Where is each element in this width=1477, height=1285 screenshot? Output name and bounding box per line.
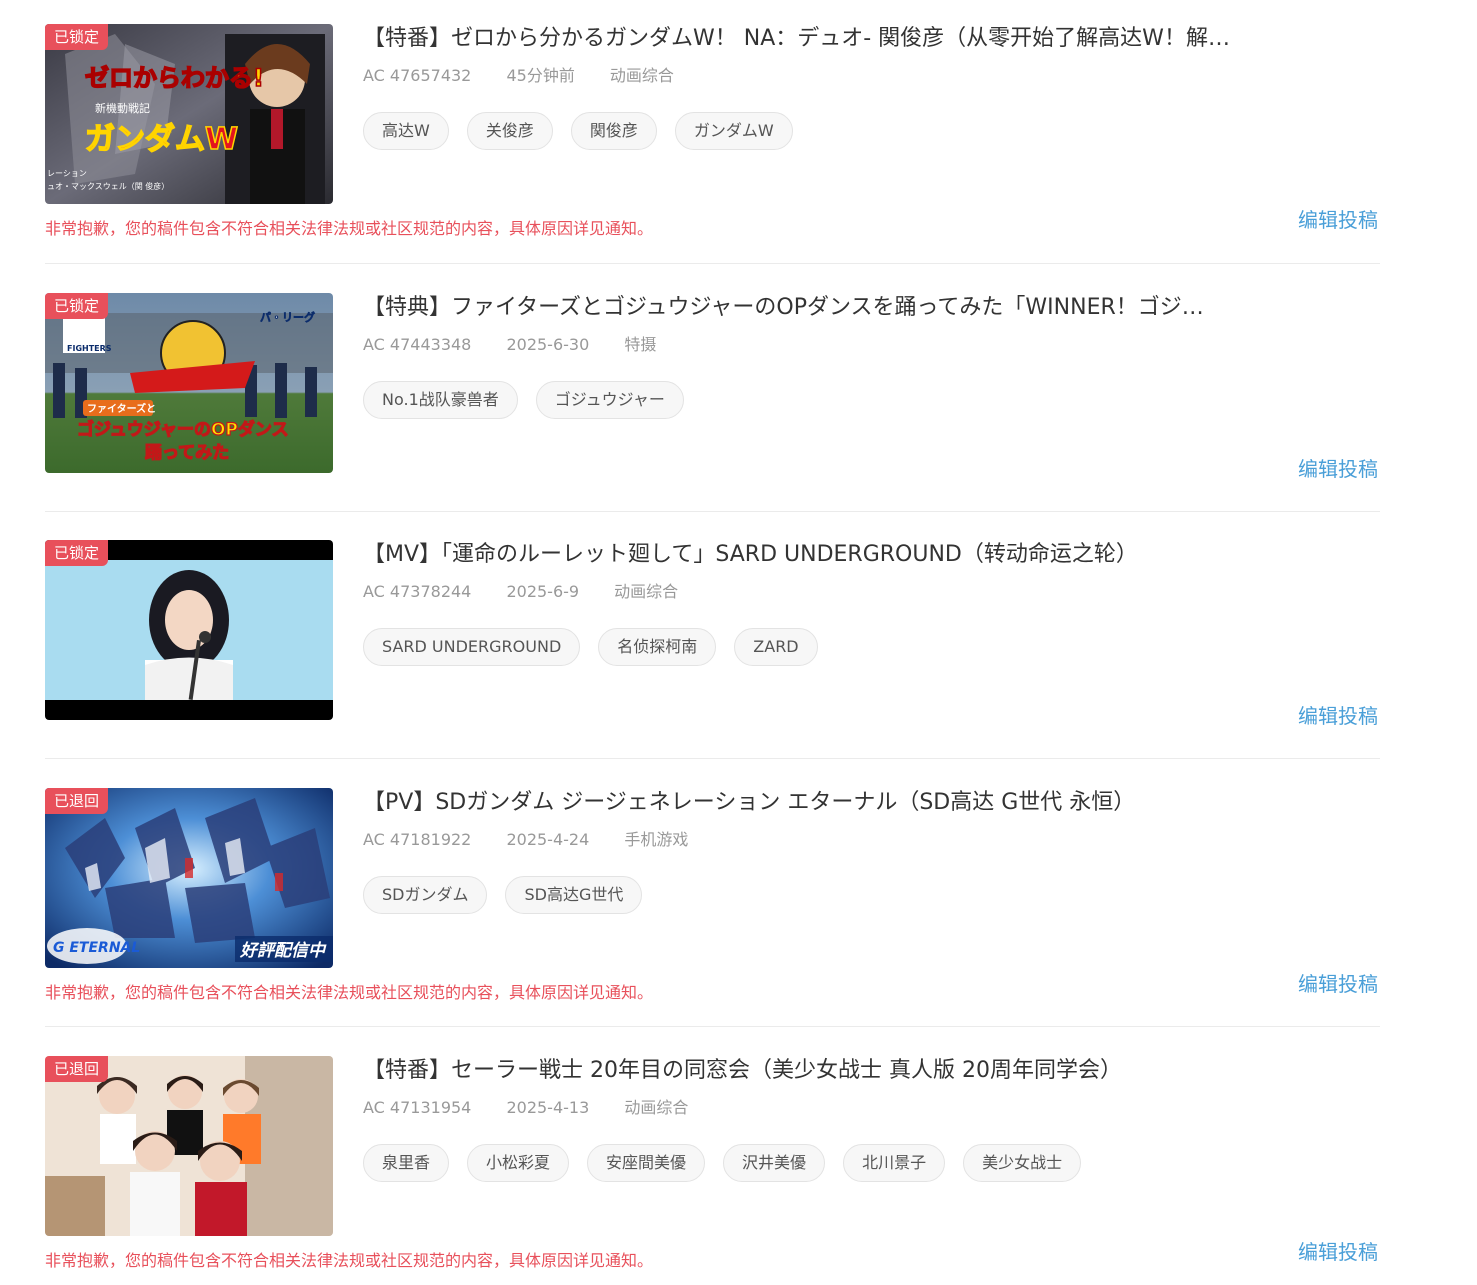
- thumbnail-caption: 踊ってみた: [145, 443, 229, 463]
- thumbnail-caption: 新機動戦記: [95, 101, 150, 115]
- thumbnail-caption: G ETERNAL: [53, 940, 140, 956]
- divider: [45, 1026, 1380, 1027]
- ac-number: AC 47378244: [363, 582, 472, 601]
- video-thumbnail[interactable]: 已退回: [45, 1056, 333, 1236]
- video-title[interactable]: 【特典】ファイターズとゴジュウジャーのOPダンスを踊ってみた「WINNER！ゴジ…: [363, 293, 1303, 323]
- edit-submission-link[interactable]: 编辑投稿: [1298, 700, 1378, 729]
- status-badge: 已退回: [45, 1056, 109, 1082]
- divider: [45, 758, 1380, 759]
- tag[interactable]: 小松彩夏: [467, 1144, 570, 1182]
- status-badge: 已锁定: [45, 293, 109, 319]
- divider: [45, 511, 1380, 512]
- category: 动画综合: [609, 66, 674, 85]
- video-meta: AC 47131954 2025-4-13 动画综合: [363, 1094, 718, 1118]
- violation-warning: 非常抱歉，您的稿件包含不符合相关法律法规或社区规范的内容，具体原因详见通知。: [45, 1251, 654, 1270]
- publish-time: 45分钟前: [506, 66, 575, 85]
- thumbnail-caption: ファイターズと: [87, 402, 156, 415]
- thumbnail-image: [45, 1056, 333, 1236]
- publish-time: 2025-4-24: [506, 830, 590, 849]
- category: 手机游戏: [624, 830, 689, 849]
- thumbnail-caption: 好評配信中: [239, 941, 327, 961]
- tag-list: SARD UNDERGROUND 名侦探柯南 ZARD: [363, 628, 818, 666]
- edit-submission-link[interactable]: 编辑投稿: [1298, 1236, 1378, 1265]
- status-badge: 已锁定: [45, 24, 109, 50]
- tag[interactable]: 高达W: [363, 112, 449, 150]
- publish-time: 2025-6-30: [506, 335, 590, 354]
- tag[interactable]: No.1战队豪兽者: [363, 381, 518, 419]
- tag[interactable]: SD高达G世代: [505, 876, 643, 914]
- thumbnail-caption: ガンダムW: [85, 122, 238, 157]
- publish-time: 2025-6-9: [506, 582, 580, 601]
- video-thumbnail[interactable]: G ETERNAL 好評配信中 已退回: [45, 788, 333, 968]
- video-title[interactable]: 【PV】SDガンダム ジージェネレーション エターナル（SD高达 G世代 永恒）: [363, 788, 1303, 818]
- video-thumbnail[interactable]: 已锁定: [45, 540, 333, 720]
- video-meta: AC 47443348 2025-6-30 特摄: [363, 331, 686, 355]
- video-title[interactable]: 【MV】「運命のルーレット廻して」SARD UNDERGROUND（转动命运之轮…: [363, 540, 1303, 570]
- publish-time: 2025-4-13: [506, 1098, 590, 1117]
- tag-list: 高达W 关俊彦 関俊彦 ガンダムW: [363, 112, 793, 150]
- tag[interactable]: SDガンダム: [363, 876, 488, 914]
- thumbnail-caption: ゴジュウジャーのOPダンス: [77, 419, 289, 440]
- status-badge: 已退回: [45, 788, 109, 814]
- tag[interactable]: ガンダムW: [674, 112, 793, 150]
- thumbnail-image: [45, 540, 333, 720]
- video-title[interactable]: 【特番】ゼロから分かるガンダムW！ NA：デュオ- 関俊彦（从零开始了解高达W！…: [363, 24, 1303, 54]
- video-meta: AC 47657432 45分钟前 动画综合: [363, 62, 704, 86]
- video-thumbnail[interactable]: ゼロからわかる! 新機動戦記 ガンダムW レーション ュオ・マックスウェル（関 …: [45, 24, 333, 204]
- tag[interactable]: SARD UNDERGROUND: [363, 628, 581, 666]
- ac-number: AC 47131954: [363, 1098, 472, 1117]
- thumbnail-caption: ゼロからわかる!: [85, 64, 264, 92]
- tag[interactable]: 名侦探柯南: [598, 628, 717, 666]
- tag-list: SDガンダム SD高达G世代: [363, 876, 643, 914]
- tag[interactable]: 泉里香: [363, 1144, 450, 1182]
- tag[interactable]: ゴジュウジャー: [535, 381, 684, 419]
- thumbnail-image: ゼロからわかる! 新機動戦記 ガンダムW レーション ュオ・マックスウェル（関 …: [45, 24, 333, 204]
- tag[interactable]: 沢井美優: [723, 1144, 826, 1182]
- violation-warning: 非常抱歉，您的稿件包含不符合相关法律法规或社区规范的内容，具体原因详见通知。: [45, 983, 654, 1002]
- video-meta: AC 47181922 2025-4-24 手机游戏: [363, 826, 718, 850]
- tag[interactable]: 関俊彦: [570, 112, 657, 150]
- ac-number: AC 47443348: [363, 335, 472, 354]
- video-thumbnail[interactable]: FIGHTERS パ・リーグ ファイターズと ゴジュウジャーのOPダンス 踊って…: [45, 293, 333, 473]
- tag[interactable]: 关俊彦: [466, 112, 553, 150]
- thumbnail-image: FIGHTERS パ・リーグ ファイターズと ゴジュウジャーのOPダンス 踊って…: [45, 293, 333, 473]
- violation-warning: 非常抱歉，您的稿件包含不符合相关法律法规或社区规范的内容，具体原因详见通知。: [45, 219, 654, 238]
- tag[interactable]: 安座間美優: [587, 1144, 706, 1182]
- thumbnail-caption: ュオ・マックスウェル（関 俊彦）: [47, 181, 169, 191]
- tag-list: No.1战队豪兽者 ゴジュウジャー: [363, 381, 684, 419]
- tag[interactable]: 美少女战士: [963, 1144, 1082, 1182]
- thumbnail-image: G ETERNAL 好評配信中: [45, 788, 333, 968]
- thumbnail-caption: パ・リーグ: [260, 310, 315, 324]
- divider: [45, 263, 1380, 264]
- edit-submission-link[interactable]: 编辑投稿: [1298, 968, 1378, 997]
- status-badge: 已锁定: [45, 540, 109, 566]
- ac-number: AC 47657432: [363, 66, 472, 85]
- thumbnail-caption: FIGHTERS: [67, 344, 112, 353]
- tag[interactable]: ZARD: [734, 628, 818, 666]
- edit-submission-link[interactable]: 编辑投稿: [1298, 204, 1378, 233]
- category: 动画综合: [624, 1098, 689, 1117]
- category: 动画综合: [614, 582, 679, 601]
- ac-number: AC 47181922: [363, 830, 472, 849]
- tag[interactable]: 北川景子: [843, 1144, 946, 1182]
- tag-list: 泉里香 小松彩夏 安座間美優 沢井美優 北川景子 美少女战士: [363, 1144, 1082, 1182]
- video-title[interactable]: 【特番】セーラー戦士 20年目の同窓会（美少女战士 真人版 20周年同学会）: [363, 1056, 1303, 1086]
- edit-submission-link[interactable]: 编辑投稿: [1298, 453, 1378, 482]
- category: 特摄: [624, 335, 657, 354]
- video-meta: AC 47378244 2025-6-9 动画综合: [363, 578, 708, 602]
- thumbnail-caption: レーション: [47, 169, 87, 178]
